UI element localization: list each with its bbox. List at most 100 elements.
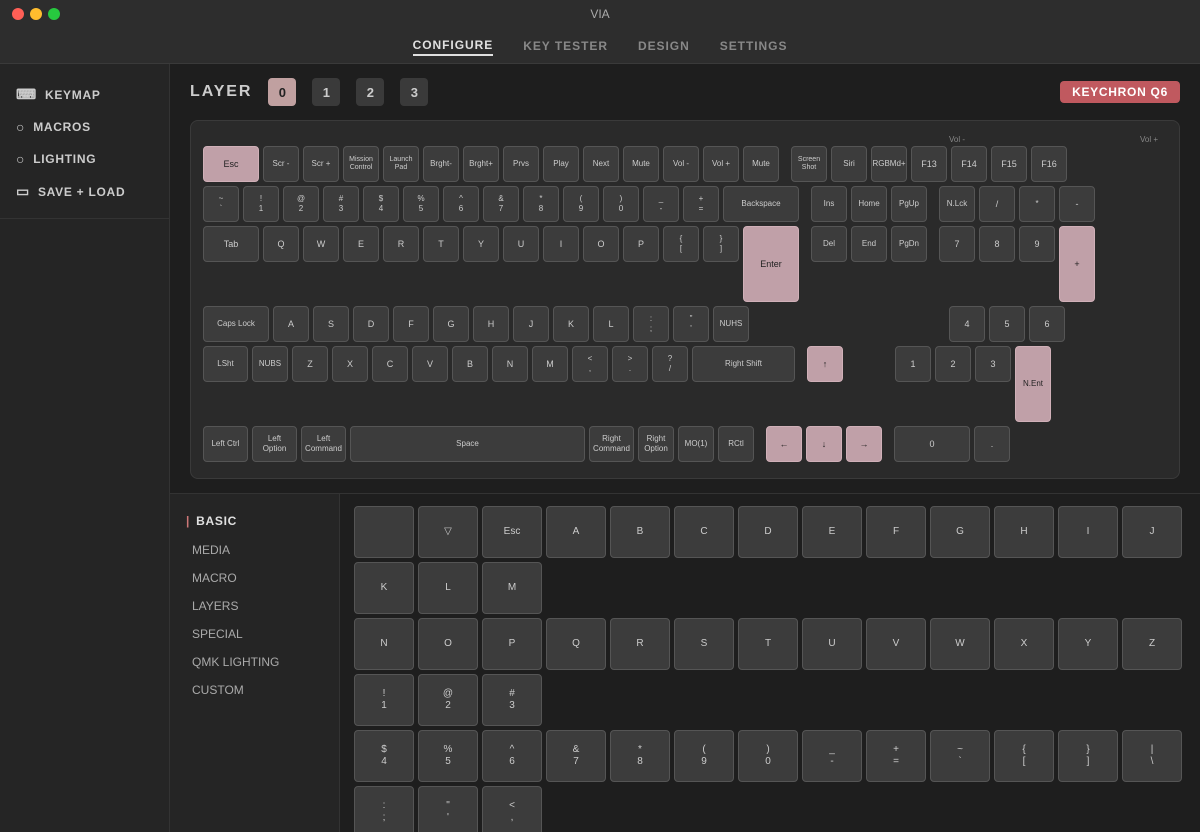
key-lbracket[interactable]: {[ [663,226,699,262]
key-ins[interactable]: Ins [811,186,847,222]
picker-key-a[interactable]: A [546,506,606,558]
picker-key-x[interactable]: X [994,618,1054,670]
key-lshift[interactable]: LSht [203,346,248,382]
picker-key-at[interactable]: @2 [418,674,478,726]
key-c[interactable]: C [372,346,408,382]
picker-key-w[interactable]: W [930,618,990,670]
picker-key-t[interactable]: T [738,618,798,670]
key-5[interactable]: %5 [403,186,439,222]
key-launch-pad[interactable]: LaunchPad [383,146,419,182]
key-m[interactable]: M [532,346,568,382]
key-y[interactable]: Y [463,226,499,262]
picker-key-m[interactable]: M [482,562,542,614]
key-prvs[interactable]: Prvs [503,146,539,182]
key-n[interactable]: N [492,346,528,382]
picker-key-langle[interactable]: <, [482,786,542,832]
picker-key-s[interactable]: S [674,618,734,670]
picker-key-b[interactable]: B [610,506,670,558]
key-k[interactable]: K [553,306,589,342]
key-space[interactable]: Space [350,426,585,462]
key-brght-plus[interactable]: Brght+ [463,146,499,182]
key-next[interactable]: Next [583,146,619,182]
key-mute[interactable]: Mute [623,146,659,182]
key-rgbmd-plus[interactable]: RGBMd+ [871,146,907,182]
sidebar-section-basic[interactable]: BASIC [170,506,339,536]
key-num-dot[interactable]: . [974,426,1010,462]
key-vol-minus[interactable]: Vol - [663,146,699,182]
sidebar-item-layers[interactable]: LAYERS [170,592,339,620]
key-j[interactable]: J [513,306,549,342]
key-v[interactable]: V [412,346,448,382]
key-scr-plus[interactable]: Scr + [303,146,339,182]
key-a[interactable]: A [273,306,309,342]
key-num-5[interactable]: 5 [989,306,1025,342]
key-quote[interactable]: "' [673,306,709,342]
key-num-8[interactable]: 8 [979,226,1015,262]
key-roption[interactable]: RightOption [638,426,674,462]
picker-key-z[interactable]: Z [1122,618,1182,670]
picker-key-g[interactable]: G [930,506,990,558]
key-num-4[interactable]: 4 [949,306,985,342]
key-3[interactable]: #3 [323,186,359,222]
key-num-3[interactable]: 3 [975,346,1011,382]
sidebar-item-media[interactable]: MEDIA [170,536,339,564]
tab-key-tester[interactable]: KEY TESTER [523,37,608,55]
key-f[interactable]: F [393,306,429,342]
picker-key-y[interactable]: Y [1058,618,1118,670]
key-num-slash[interactable]: / [979,186,1015,222]
key-tilde[interactable]: ~` [203,186,239,222]
picker-key-p[interactable]: P [482,618,542,670]
minimize-button[interactable] [30,8,42,20]
picker-key-pipe[interactable]: |\ [1122,730,1182,782]
key-f15[interactable]: F15 [991,146,1027,182]
key-end[interactable]: End [851,226,887,262]
key-f14[interactable]: F14 [951,146,987,182]
key-6[interactable]: ^6 [443,186,479,222]
layer-btn-0[interactable]: 0 [268,78,296,106]
picker-key-k[interactable]: K [354,562,414,614]
key-comma[interactable]: <, [572,346,608,382]
key-rshift[interactable]: Right Shift [692,346,795,382]
key-pgup[interactable]: PgUp [891,186,927,222]
key-r[interactable]: R [383,226,419,262]
sidebar-item-macros[interactable]: ○ MACROS [0,111,169,143]
key-4[interactable]: $4 [363,186,399,222]
key-9[interactable]: (9 [563,186,599,222]
picker-key-n[interactable]: N [354,618,414,670]
sidebar-item-save-load[interactable]: ▭ SAVE + LOAD [0,175,169,208]
key-num-minus[interactable]: - [1059,186,1095,222]
key-num-1[interactable]: 1 [895,346,931,382]
key-tab[interactable]: Tab [203,226,259,262]
key-scr-minus[interactable]: Scr - [263,146,299,182]
picker-key-dollar[interactable]: $4 [354,730,414,782]
picker-key-hash[interactable]: #3 [482,674,542,726]
key-vol-plus[interactable]: Vol + [703,146,739,182]
key-x[interactable]: X [332,346,368,382]
key-f13[interactable]: F13 [911,146,947,182]
picker-key-esc[interactable]: Esc [482,506,542,558]
key-1[interactable]: !1 [243,186,279,222]
key-p[interactable]: P [623,226,659,262]
key-u[interactable]: U [503,226,539,262]
picker-key-q[interactable]: Q [546,618,606,670]
key-mute2[interactable]: Mute [743,146,779,182]
picker-key-i[interactable]: I [1058,506,1118,558]
tab-settings[interactable]: SETTINGS [720,37,788,55]
picker-key-asterisk[interactable]: *8 [610,730,670,782]
key-e[interactable]: E [343,226,379,262]
picker-key-percent[interactable]: %5 [418,730,478,782]
key-home[interactable]: Home [851,186,887,222]
key-f16[interactable]: F16 [1031,146,1067,182]
key-o[interactable]: O [583,226,619,262]
key-l[interactable]: L [593,306,629,342]
picker-key-u[interactable]: U [802,618,862,670]
sidebar-item-special[interactable]: SPECIAL [170,620,339,648]
key-mo1[interactable]: MO(1) [678,426,714,462]
key-rbracket[interactable]: }] [703,226,739,262]
picker-key-dquote[interactable]: "' [418,786,478,832]
key-pgdn[interactable]: PgDn [891,226,927,262]
picker-key-colon[interactable]: :; [354,786,414,832]
key-2[interactable]: @2 [283,186,319,222]
key-z[interactable]: Z [292,346,328,382]
picker-key-tilde[interactable]: ~` [930,730,990,782]
